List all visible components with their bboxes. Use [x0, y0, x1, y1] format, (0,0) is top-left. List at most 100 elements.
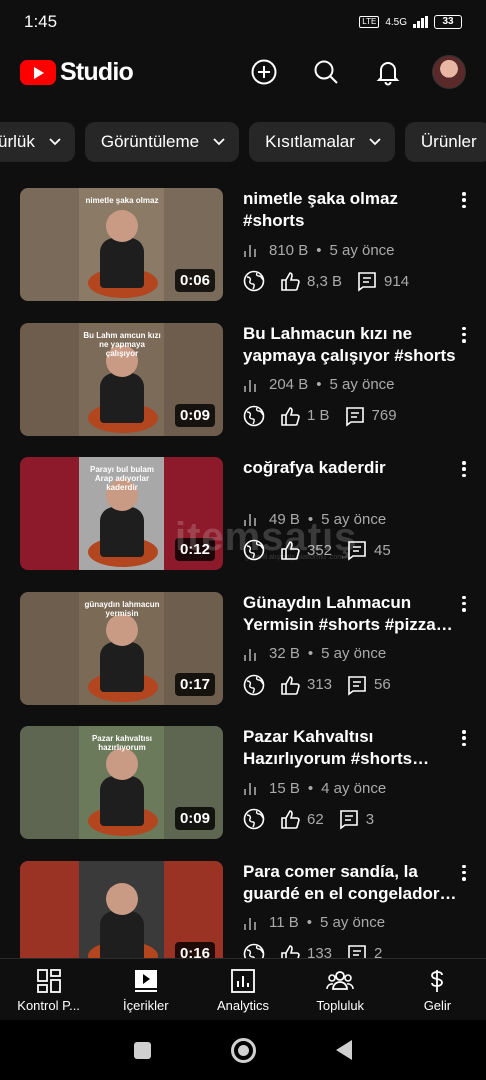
video-list: nimetle şaka olmaz 0:06 nimetle şaka olm…	[0, 186, 486, 993]
thumbnail-caption: Parayı bul bulam Arap adıyorlar kaderdir	[89, 465, 155, 492]
video-item[interactable]: Pazar kahvaltısı hazırlıyorum 0:09 Pazar…	[0, 724, 486, 859]
visibility-status	[243, 270, 265, 292]
earn-icon	[431, 969, 444, 992]
views-icon	[243, 780, 261, 796]
dot	[462, 730, 466, 734]
dot	[462, 742, 466, 746]
system-nav	[0, 1020, 486, 1080]
upload-age: 5 ay önce	[321, 645, 387, 662]
comment-icon	[345, 406, 364, 427]
video-thumbnail[interactable]: 0:16	[20, 860, 223, 974]
dot	[462, 467, 466, 471]
thumbnail-person-body	[100, 641, 144, 692]
video-title[interactable]: Bu Lahmacun kızı ne yapmaya çalışıyor #s…	[243, 323, 458, 367]
video-item[interactable]: günaydın lahmacun yermisin 0:17 Günaydın…	[0, 590, 486, 725]
create-button[interactable]	[246, 54, 282, 90]
nav-earn[interactable]: Gelir	[389, 959, 486, 1021]
video-stats: 313 56	[243, 674, 458, 696]
nav-dashboard[interactable]: Kontrol P...	[0, 959, 97, 1021]
nav-content[interactable]: İçerikler	[97, 959, 194, 1021]
dot	[462, 595, 466, 599]
video-info: nimetle şaka olmaz #shorts 810 B • 5 ay …	[243, 188, 458, 292]
video-thumbnail[interactable]: Bu Lahm amcun kızı ne yapmaya çalışıyor …	[20, 322, 223, 436]
comment-stat[interactable]: 769	[344, 405, 397, 427]
chip-products[interactable]: Ürünler	[404, 122, 486, 162]
video-info: Bu Lahmacun kızı ne yapmaya çalışıyor #s…	[243, 323, 458, 427]
more-options-button[interactable]	[458, 728, 470, 748]
status-bar: 1:45 LTE 4.5G 33	[0, 0, 486, 44]
content-icon	[134, 969, 157, 992]
video-meta: 810 B • 5 ay önce	[243, 240, 458, 260]
video-title[interactable]: coğrafya kaderdir	[243, 457, 458, 501]
dashboard-icon	[36, 968, 61, 993]
like-stat: 62	[279, 808, 324, 830]
video-title[interactable]: Pazar Kahvaltısı Hazırlıyorum #shorts #l…	[243, 726, 458, 770]
notifications-button[interactable]	[370, 54, 406, 90]
like-stat: 313	[279, 674, 332, 696]
chip-views[interactable]: Görüntüleme	[84, 122, 240, 162]
comment-stat[interactable]: 56	[346, 674, 391, 696]
nav-label: Topluluk	[316, 997, 365, 1013]
video-stats: 1 B 769	[243, 405, 458, 427]
like-icon	[281, 406, 300, 426]
chevron-down-icon	[213, 138, 225, 146]
meta-separator: •	[307, 645, 314, 662]
comment-stat[interactable]: 914	[356, 270, 409, 292]
comment-count: 45	[374, 541, 391, 559]
comment-count: 56	[374, 676, 391, 693]
more-options-button[interactable]	[458, 190, 470, 210]
status-icons: LTE 4.5G 33	[359, 15, 462, 29]
meta-separator: •	[306, 914, 313, 931]
video-meta: 32 B • 5 ay önce	[243, 644, 458, 664]
view-count: 15 B	[269, 779, 300, 797]
bell-icon	[376, 62, 400, 86]
dot	[462, 870, 466, 875]
dot	[462, 339, 466, 343]
add-icon	[251, 59, 277, 85]
watermark-sub: güvenli alışveriş platformu .com	[245, 554, 344, 561]
search-button[interactable]	[308, 54, 344, 90]
video-title[interactable]: Günaydın Lahmacun Yermisin #shorts #pizz…	[243, 592, 458, 636]
more-options-button[interactable]	[458, 863, 470, 883]
thumbnail-caption: Bu Lahm amcun kızı ne yapmaya çalışıyor	[83, 330, 161, 358]
studio-logo[interactable]: Studio	[20, 58, 134, 87]
dot	[462, 864, 466, 868]
battery-icon: 33	[434, 15, 462, 29]
back-button[interactable]	[336, 1040, 352, 1060]
home-button[interactable]	[231, 1037, 256, 1063]
visibility-status	[243, 674, 265, 696]
dot	[462, 877, 466, 881]
dot	[462, 198, 466, 202]
thumbnail-person-head	[106, 882, 138, 915]
chip-filter[interactable]: ürlük	[0, 122, 75, 162]
video-thumbnail[interactable]: nimetle şaka olmaz 0:06	[20, 188, 223, 301]
chip-restrictions[interactable]: Kısıtlamalar	[249, 122, 395, 162]
nav-analytics[interactable]: Analytics	[194, 959, 291, 1021]
nav-community[interactable]: Topluluk	[292, 959, 389, 1021]
more-options-button[interactable]	[458, 325, 470, 345]
like-count: 62	[307, 810, 324, 828]
upload-age: 5 ay önce	[320, 914, 386, 931]
search-icon	[314, 60, 338, 84]
more-options-button[interactable]	[458, 594, 470, 614]
more-options-button[interactable]	[458, 459, 470, 479]
dot	[462, 736, 466, 740]
comment-stat[interactable]: 3	[338, 808, 374, 830]
video-duration: 0:09	[174, 403, 215, 427]
avatar[interactable]	[432, 55, 466, 89]
recents-button[interactable]	[134, 1041, 151, 1059]
video-title[interactable]: Para comer sandía, la guardé en el conge…	[243, 861, 458, 905]
video-item[interactable]: nimetle şaka olmaz 0:06 nimetle şaka olm…	[0, 186, 486, 321]
like-icon	[281, 810, 300, 829]
video-info: Günaydın Lahmacun Yermisin #shorts #pizz…	[243, 592, 458, 696]
signal-icon	[413, 16, 428, 28]
thumbnail-caption: günaydın lahmacun yermisin	[84, 599, 160, 618]
thumbnail-caption: Pazar kahvaltısı hazırlıyorum	[91, 734, 153, 752]
video-item[interactable]: Bu Lahm amcun kızı ne yapmaya çalışıyor …	[0, 321, 486, 456]
video-title[interactable]: nimetle şaka olmaz #shorts	[243, 188, 458, 232]
analytics-icon	[231, 968, 255, 993]
video-meta: 204 B • 5 ay önce	[243, 375, 458, 395]
video-thumbnail[interactable]: Pazar kahvaltısı hazırlıyorum 0:09	[20, 726, 223, 839]
thumbnail-person-body	[100, 238, 144, 288]
video-thumbnail[interactable]: günaydın lahmacun yermisin 0:17	[20, 591, 223, 705]
